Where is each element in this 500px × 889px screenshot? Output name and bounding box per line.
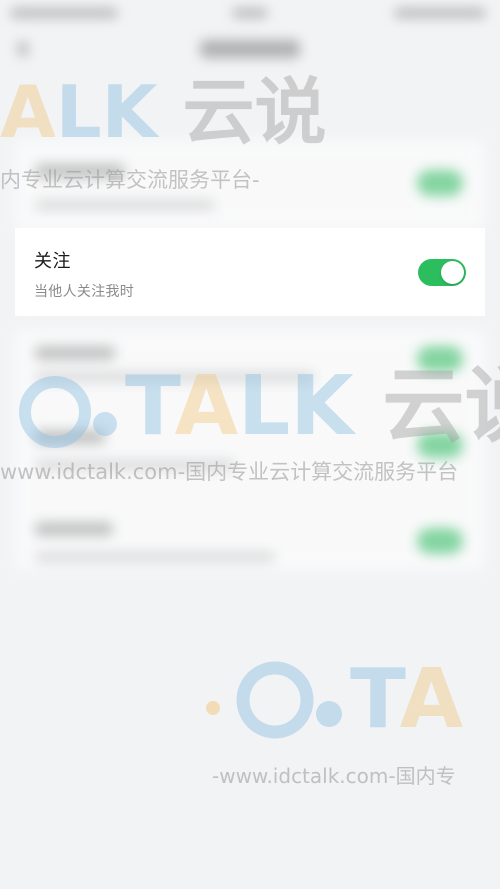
row-title: 关注	[34, 251, 71, 272]
bg-card-2	[15, 330, 485, 570]
nav-title	[200, 40, 300, 58]
follow-setting-row: 关注 当他人关注我时	[15, 228, 485, 316]
blurred-background	[0, 0, 500, 889]
back-icon	[18, 42, 28, 56]
row-subtitle: 当他人关注我时	[34, 284, 135, 300]
bg-card-1	[15, 140, 485, 230]
status-bar	[0, 4, 500, 22]
toggle-knob	[441, 261, 464, 284]
follow-toggle[interactable]	[418, 259, 466, 286]
